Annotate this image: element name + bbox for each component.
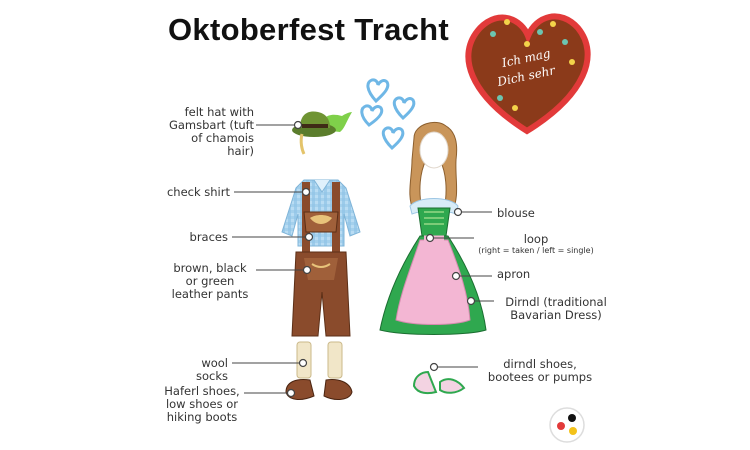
hat-icon (292, 111, 352, 155)
dirndl-shoes (412, 370, 466, 395)
illustration: Ich mag Dich sehr (232, 13, 591, 443)
apron (395, 235, 471, 325)
leather-pants (291, 251, 351, 337)
logo-icon (549, 407, 585, 443)
haferl-shoes (285, 379, 353, 400)
blue-hearts-icon (360, 78, 416, 151)
gingerbread-heart-icon: Ich mag Dich sehr (465, 13, 591, 135)
